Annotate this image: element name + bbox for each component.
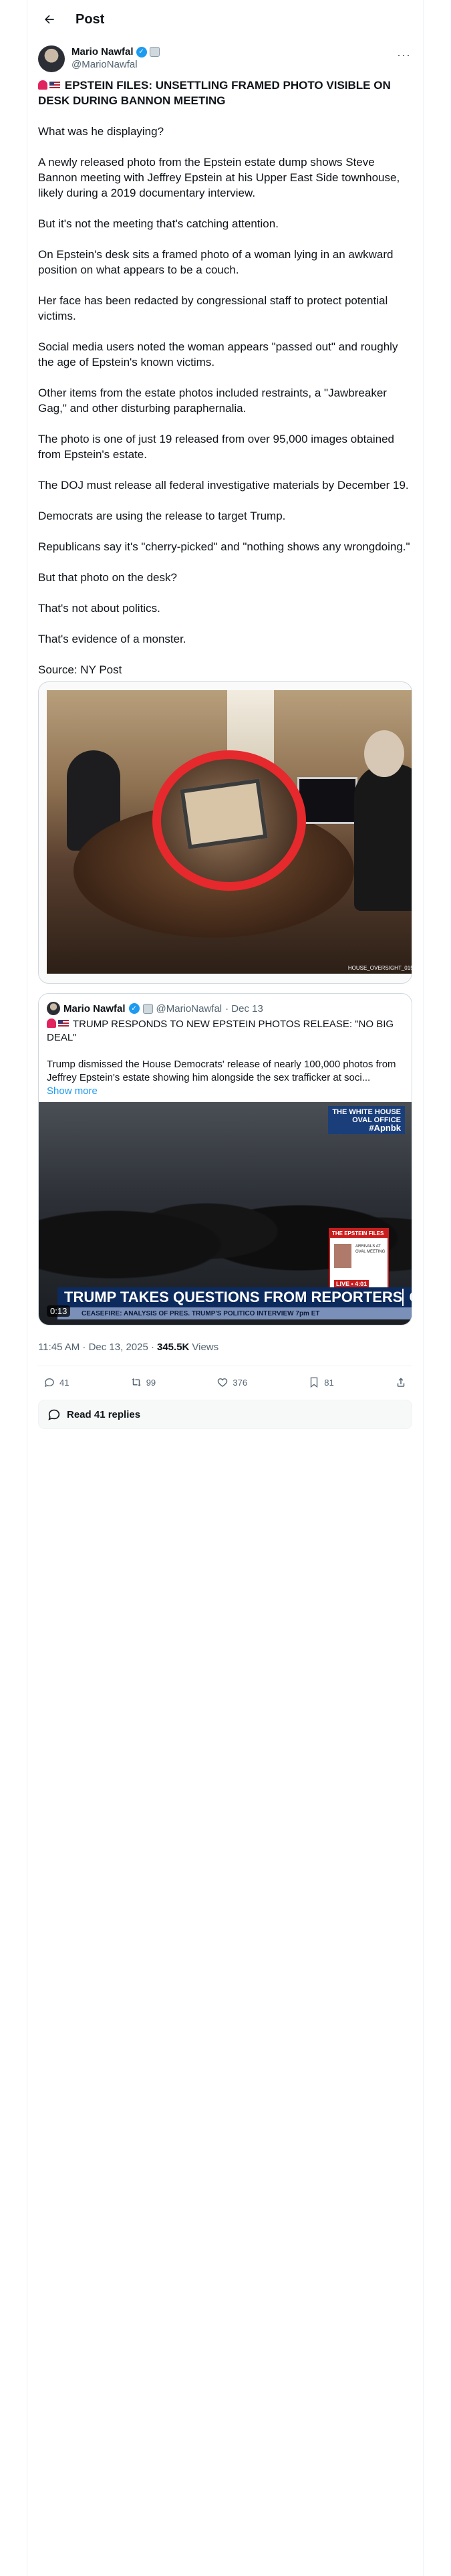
inset-text: ARRIVALS AT OVAL MEETING (355, 1245, 386, 1254)
headline-text: EPSTEIN FILES: UNSETTLING FRAMED PHOTO V… (38, 79, 391, 107)
post-text: EPSTEIN FILES: UNSETTLING FRAMED PHOTO V… (27, 72, 423, 677)
quoted-post-body: Trump dismissed the House Democrats' rel… (47, 1059, 396, 1083)
avatar[interactable] (38, 45, 65, 72)
more-options-icon[interactable]: ··· (397, 48, 411, 62)
author-handle[interactable]: @MarioNawfal (71, 58, 160, 71)
paragraph: That's not about politics. (38, 602, 160, 615)
chat-bubble-icon (48, 1409, 60, 1420)
paragraph: That's evidence of a monster. (38, 633, 186, 645)
post-photo[interactable]: HOUSE_OVERSIGHT_015061 (47, 690, 412, 974)
paragraph: A newly released photo from the Epstein … (38, 156, 400, 199)
page-title: Post (76, 11, 105, 27)
paragraph: On Epstein's desk sits a framed photo of… (38, 248, 394, 276)
main-column: Post Mario Nawfal ✓ @MarioNawfal ··· EPS… (27, 0, 424, 2576)
author-name[interactable]: Mario Nawfal (71, 45, 134, 58)
read-replies-button[interactable]: Read 41 replies (38, 1400, 412, 1429)
quoted-post-text: TRUMP RESPONDS TO NEW EPSTEIN PHOTOS REL… (39, 1015, 412, 1085)
repost-icon (131, 1378, 141, 1386)
paragraph: But it's not the meeting that's catching… (38, 217, 279, 230)
quoted-post-header: Mario Nawfal ✓ @MarioNawfal · Dec 13 (39, 994, 412, 1015)
live-inset: THE EPSTEIN FILES ARRIVALS AT OVAL MEETI… (329, 1228, 389, 1293)
quoted-author-handle: @MarioNawfal (156, 1002, 222, 1014)
quoted-author-name: Mario Nawfal (63, 1002, 126, 1014)
white-house-bug: THE WHITE HOUSE OVAL OFFICE #Apnbk (328, 1106, 405, 1134)
paragraph: The photo is one of just 19 released fro… (38, 433, 395, 461)
us-flag-icon (49, 82, 60, 90)
quoted-post-date: · Dec 13 (225, 1002, 263, 1014)
quoted-post-title: TRUMP RESPONDS TO NEW EPSTEIN PHOTOS REL… (47, 1018, 404, 1045)
verified-badge-icon: ✓ (128, 1003, 140, 1014)
lower-third-banner: TRUMP TAKES QUESTIONS FROM REPORTERS C-S… (57, 1287, 412, 1307)
affiliation-badge-icon (142, 1003, 153, 1014)
paragraph: Source: NY Post (38, 663, 122, 676)
video-player[interactable]: THE WHITE HOUSE OVAL OFFICE #Apnbk THE E… (39, 1102, 412, 1325)
author-meta: Mario Nawfal ✓ @MarioNawfal (71, 45, 160, 71)
author-name-line: Mario Nawfal ✓ (71, 45, 160, 58)
post-author: Mario Nawfal ✓ @MarioNawfal ··· (27, 39, 423, 72)
post-image-card[interactable]: HOUSE_OVERSIGHT_015061 (38, 681, 412, 984)
bug-line: #Apnbk (369, 1123, 401, 1133)
share-button[interactable] (395, 1376, 407, 1388)
news-ticker: CEASEFIRE: ANALYSIS OF PRES. TRUMP'S POL… (57, 1307, 412, 1319)
siren-icon (38, 80, 47, 90)
avatar (47, 1002, 60, 1015)
affiliation-badge-icon[interactable] (149, 47, 160, 57)
paragraph: Her face has been redacted by congressio… (38, 294, 388, 322)
show-more-link[interactable]: Show more (39, 1085, 412, 1102)
views-label: Views (192, 1341, 219, 1353)
post-timestamp: 11:45 AM · Dec 13, 2025 · 345.5K Views (27, 1325, 423, 1358)
post-headline: EPSTEIN FILES: UNSETTLING FRAMED PHOTO V… (38, 78, 412, 108)
photo-credit: HOUSE_OVERSIGHT_015061 (347, 965, 412, 971)
paragraph: Other items from the estate photos inclu… (38, 387, 387, 415)
back-button[interactable] (38, 8, 61, 31)
bookmark-button[interactable]: 81 (308, 1376, 334, 1388)
video-duration: 0:13 (47, 1305, 71, 1317)
inset-header: THE EPSTEIN FILES (330, 1229, 388, 1238)
heart-icon (218, 1378, 228, 1387)
top-bar: Post (27, 0, 423, 39)
like-count: 376 (233, 1377, 248, 1388)
us-flag-icon (58, 1020, 69, 1028)
bug-line: THE WHITE HOUSE (332, 1108, 401, 1116)
paragraph: The DOJ must release all federal investi… (38, 479, 409, 492)
siren-icon (47, 1018, 56, 1028)
paragraph: What was he displaying? (38, 125, 164, 138)
paragraph: But that photo on the desk? (38, 571, 177, 584)
repost-button[interactable]: 99 (130, 1376, 156, 1388)
read-replies-label: Read 41 replies (67, 1408, 141, 1420)
quoted-title-text: TRUMP RESPONDS TO NEW EPSTEIN PHOTOS REL… (47, 1018, 394, 1043)
framed-photo (180, 778, 268, 849)
view-count: 345.5K (157, 1341, 190, 1353)
paragraph: Social media users noted the woman appea… (38, 340, 398, 368)
paragraph: Republicans say it's "cherry-picked" and… (38, 540, 410, 553)
bookmark-count: 81 (324, 1377, 334, 1388)
network-logo: C-SPAN (402, 1289, 412, 1306)
reply-count: 41 (59, 1377, 69, 1388)
quoted-post[interactable]: Mario Nawfal ✓ @MarioNawfal · Dec 13 TRU… (38, 993, 412, 1325)
verified-badge-icon: ✓ (136, 46, 147, 58)
bookmark-icon (311, 1377, 318, 1388)
reply-icon (44, 1378, 54, 1388)
arrow-left-icon (45, 15, 54, 24)
paragraph: Democrats are using the release to targe… (38, 510, 286, 522)
action-bar: 41 99 376 81 (27, 1366, 423, 1398)
repost-count: 99 (146, 1377, 156, 1388)
reply-button[interactable]: 41 (43, 1376, 69, 1388)
banner-text: TRUMP TAKES QUESTIONS FROM REPORTERS (64, 1289, 403, 1305)
like-button[interactable]: 376 (216, 1376, 247, 1388)
share-icon (397, 1378, 405, 1387)
post-time[interactable]: 11:45 AM · Dec 13, 2025 · (38, 1341, 154, 1353)
